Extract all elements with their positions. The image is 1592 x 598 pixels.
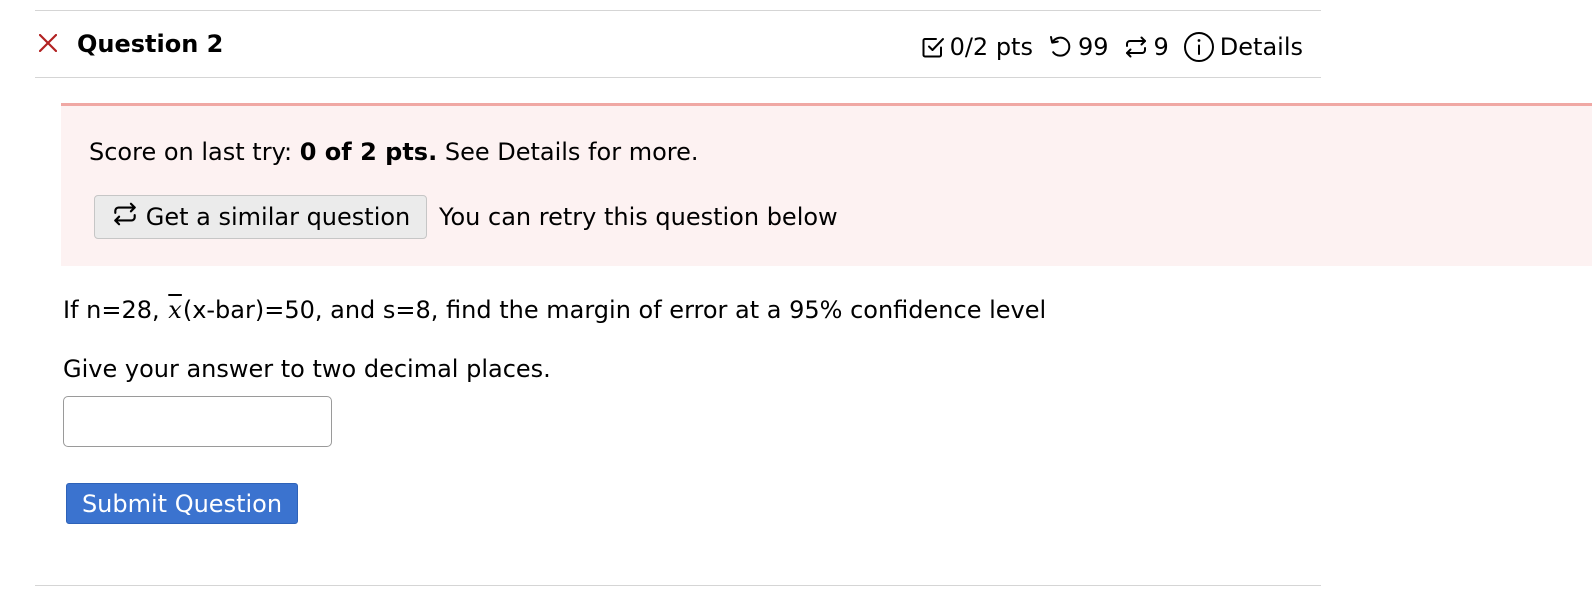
details-link[interactable]: Details [1183, 31, 1303, 63]
retry-arrows-icon [1123, 34, 1149, 60]
info-circle-icon [1183, 31, 1215, 63]
score-prefix: Score on last try: [89, 138, 300, 166]
question-meta: 0/2 pts 99 9 Details [921, 29, 1303, 65]
similar-button-label: Get a similar question [145, 203, 411, 231]
checkbox-icon [921, 35, 945, 59]
header-divider [35, 77, 1321, 78]
prompt-suffix: (x-bar)=50, and s=8, find the margin of … [182, 296, 1047, 324]
xbar-symbol: x [168, 296, 182, 324]
question-page: Question 2 0/2 pts 99 9 Details Score on… [0, 0, 1592, 598]
score-alert: Score on last try: 0 of 2 pts. See Detai… [61, 103, 1592, 266]
similar-count-text: 9 [1153, 33, 1169, 61]
prompt-prefix: If n=28, [63, 296, 168, 324]
details-label[interactable]: Details [1220, 31, 1303, 63]
score-value: 0 of 2 pts. [299, 138, 438, 166]
score-suffix: See Details for more. [437, 138, 699, 166]
answer-input[interactable] [63, 396, 332, 447]
attempts-indicator: 99 [1047, 31, 1109, 63]
undo-icon [1047, 34, 1073, 60]
question-title: Question 2 [77, 30, 224, 58]
similar-count-indicator: 9 [1123, 31, 1169, 63]
points-text: 0/2 pts [949, 33, 1033, 61]
get-similar-question-button[interactable]: Get a similar question [94, 195, 427, 239]
close-icon [38, 33, 58, 53]
points-indicator: 0/2 pts [921, 31, 1033, 63]
retry-message: You can retry this question below [439, 203, 838, 231]
score-message: Score on last try: 0 of 2 pts. See Detai… [89, 135, 698, 169]
submit-question-button[interactable]: Submit Question [66, 483, 298, 524]
attempts-text: 99 [1077, 33, 1109, 61]
retry-arrows-icon [111, 200, 139, 234]
question-header: Question 2 0/2 pts 99 9 Details [35, 11, 1321, 77]
question-prompt: If n=28, x(x-bar)=50, and s=8, find the … [63, 293, 1046, 327]
answer-instruction: Give your answer to two decimal places. [63, 355, 551, 383]
bottom-divider [35, 585, 1321, 586]
